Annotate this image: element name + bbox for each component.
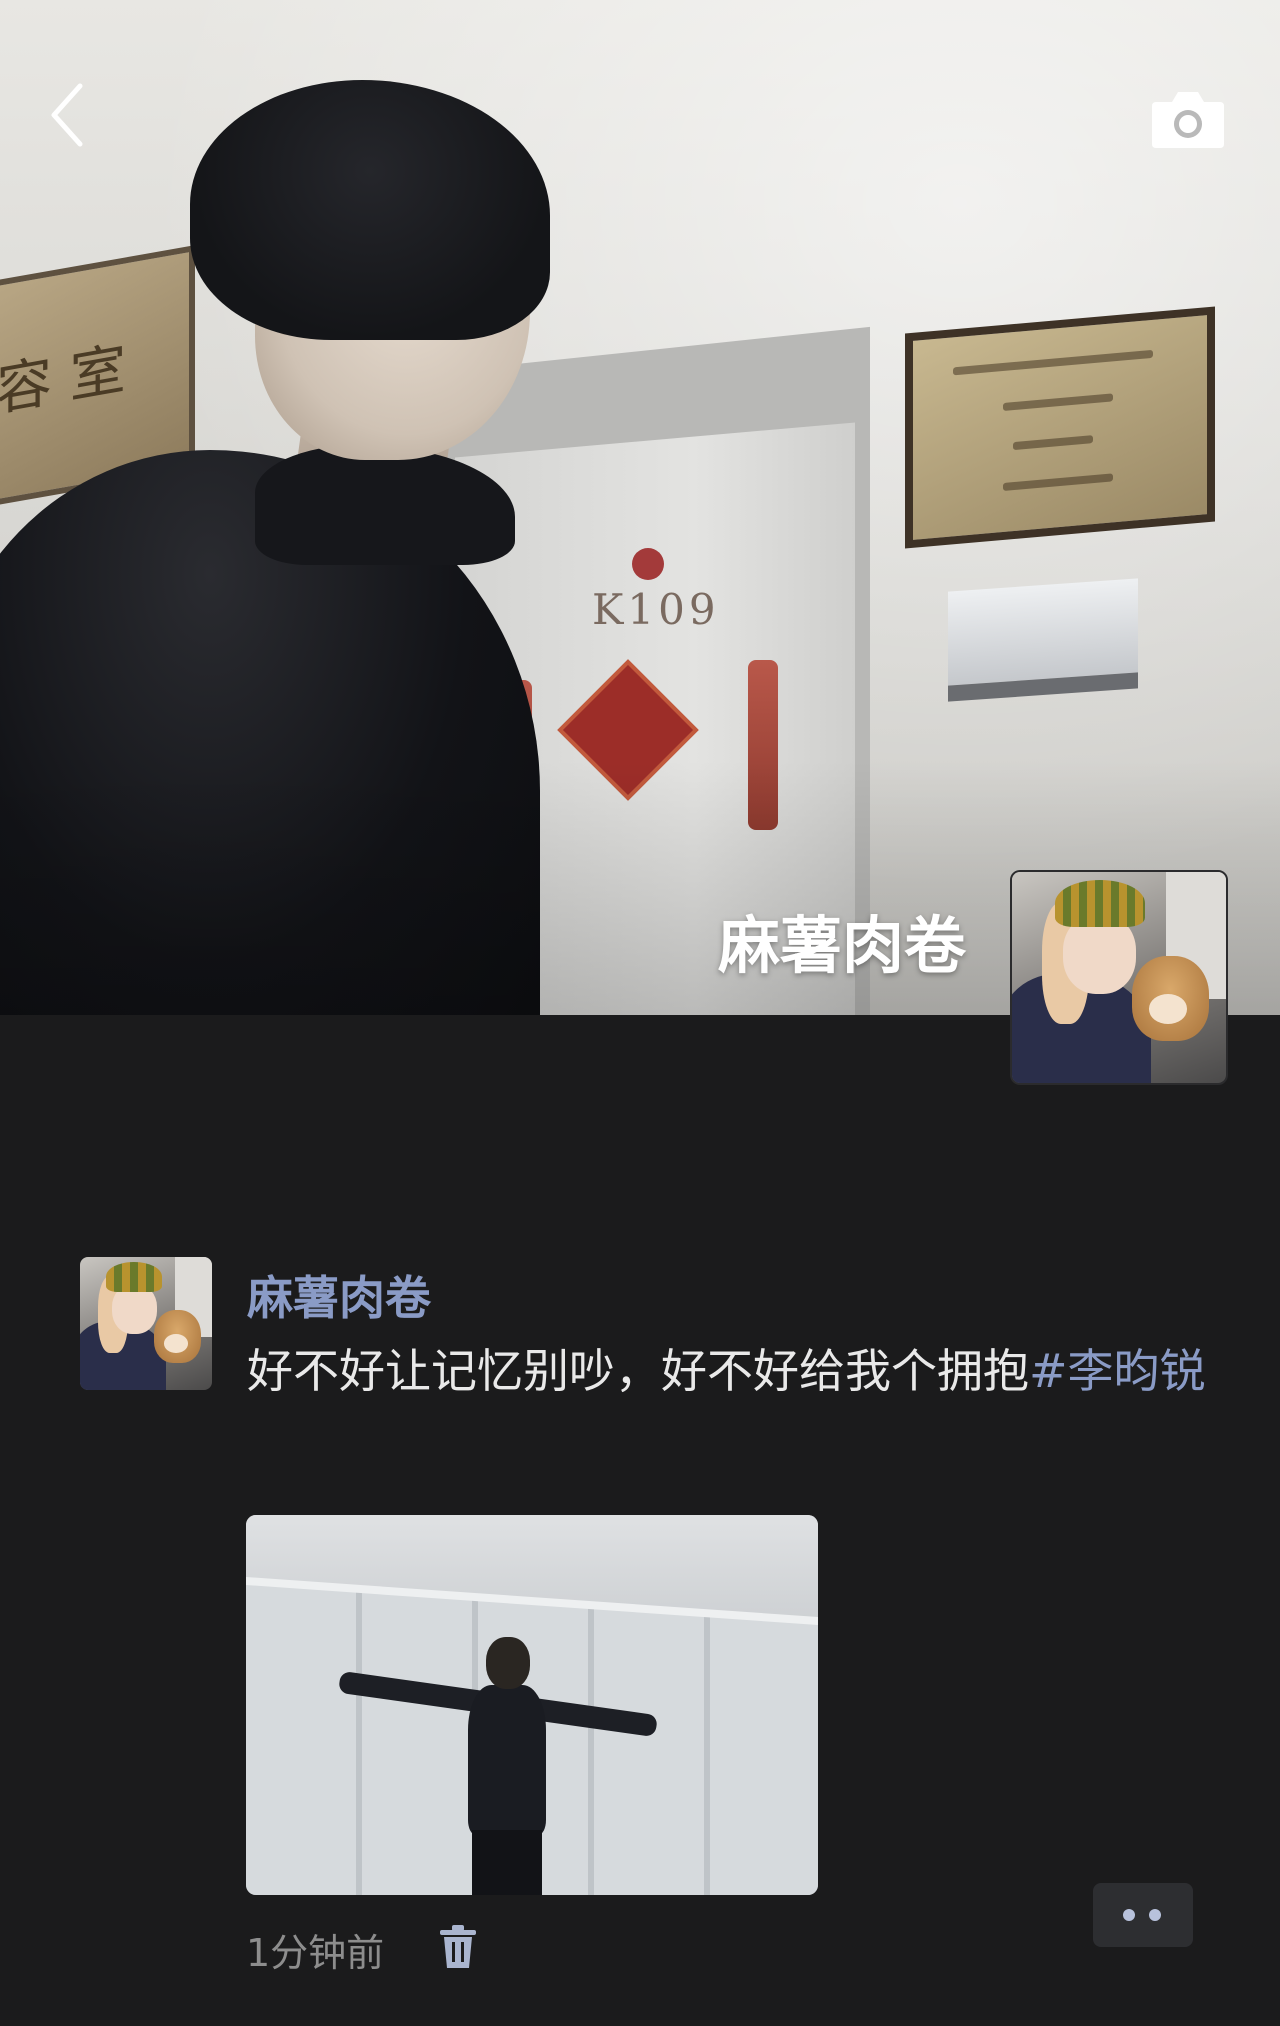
wall-plaque-right <box>905 306 1215 549</box>
moments-profile-page: 容 室 K109 麻薯肉卷 麻薯肉卷 好不好让记忆别吵，好不好给我个拥抱#李昀锐… <box>0 0 1280 2026</box>
post-timestamp: 1分钟前 <box>246 1931 385 1975</box>
chevron-left-icon <box>51 83 83 147</box>
post-body-text: 好不好让记忆别吵，好不好给我个拥抱 <box>247 1344 1029 1398</box>
post-text: 好不好让记忆别吵，好不好给我个拥抱#李昀锐 <box>247 1337 1217 1405</box>
plaque-left-text: 容 室 <box>0 336 126 425</box>
post-author-name[interactable]: 麻薯肉卷 <box>247 1262 431 1328</box>
post-photo[interactable] <box>246 1515 818 1895</box>
profile-avatar[interactable] <box>1010 870 1228 1085</box>
door-number: K109 <box>592 585 720 634</box>
camera-icon <box>1152 92 1224 148</box>
trash-icon <box>440 1925 476 1968</box>
wall-sign <box>948 578 1138 702</box>
more-dots-icon <box>1123 1909 1135 1921</box>
post-hashtag[interactable]: #李昀锐 <box>1029 1344 1206 1398</box>
post-avatar[interactable] <box>80 1257 212 1390</box>
delete-button[interactable] <box>438 1924 478 1970</box>
back-button[interactable] <box>44 80 104 150</box>
cover-photo[interactable]: 容 室 K109 <box>0 0 1280 1015</box>
profile-name: 麻薯肉卷 <box>717 909 966 982</box>
camera-button[interactable] <box>1148 84 1228 152</box>
avatar-image <box>1012 872 1226 1083</box>
door-sticker <box>632 548 664 580</box>
avatar-image <box>80 1257 212 1390</box>
more-button[interactable] <box>1093 1883 1193 1947</box>
